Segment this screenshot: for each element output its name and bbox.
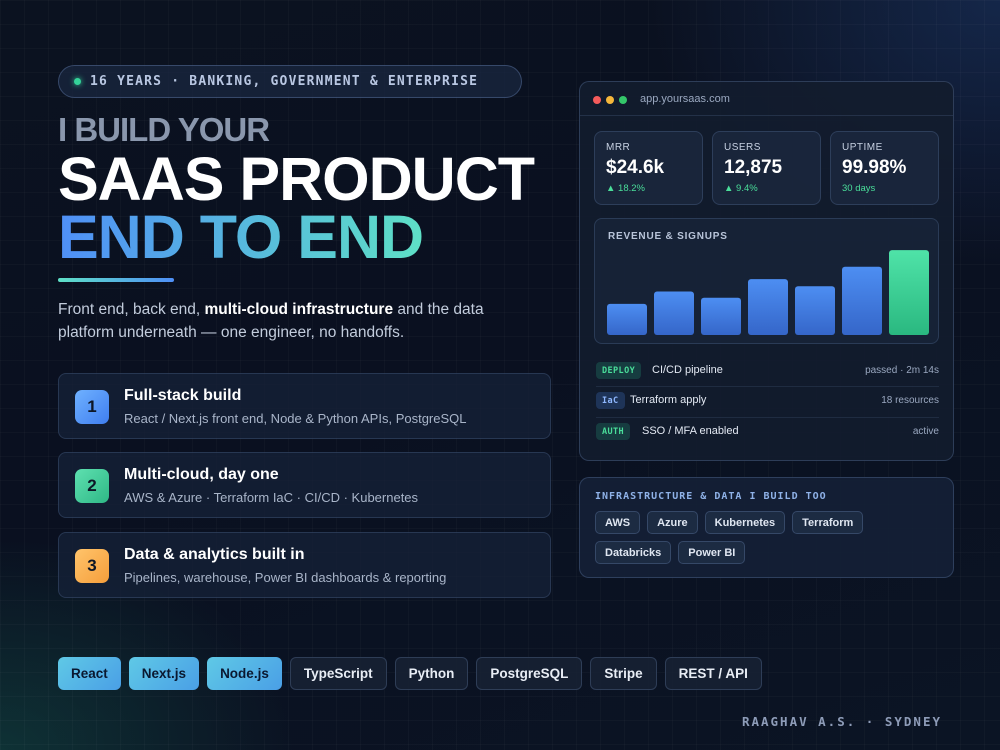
- chart-bar-4: [748, 279, 788, 335]
- feature-title: Full-stack build: [124, 387, 242, 404]
- experience-tag-text: 16 YEARS · BANKING, GOVERNMENT & ENTERPR…: [90, 74, 479, 89]
- metric-value: $24.6k: [606, 157, 665, 178]
- metric-value: 99.98%: [842, 157, 907, 178]
- headline-underline: [58, 278, 174, 282]
- metric-label: MRR: [606, 142, 631, 153]
- revenue-chart-card: REVENUE & SIGNUPS: [594, 218, 939, 344]
- feature-description: React / Next.js front end, Node & Python…: [124, 411, 467, 426]
- feature-description: Pipelines, warehouse, Power BI dashboard…: [124, 570, 447, 585]
- feature-title: Data & analytics built in: [124, 546, 305, 563]
- infrastructure-tags: AWS Azure Kubernetes Terraform Databrick…: [595, 511, 940, 564]
- feature-card-data-analytics: 3 Data & analytics built in Pipelines, w…: [58, 532, 551, 598]
- metric-card-users: USERS 12,875 ▲ 9.4%: [712, 131, 821, 205]
- author-signature: RAAGHAV A.S. · SYDNEY: [741, 714, 942, 729]
- infrastructure-title: INFRASTRUCTURE & DATA I BUILD TOO: [595, 491, 827, 502]
- tech-tag-rest-api: REST / API: [664, 657, 762, 690]
- window-minimize-dot-icon: [606, 96, 614, 104]
- intro-text-start: Front end, back end,: [58, 301, 205, 318]
- status-meta: passed · 2m 14s: [865, 365, 939, 376]
- window-url: app.yoursaas.com: [640, 93, 730, 105]
- status-badge: AUTH: [596, 423, 631, 440]
- metric-value: 12,875: [724, 157, 783, 178]
- chart-bar-6: [842, 266, 882, 335]
- feature-number-badge: 3: [75, 549, 109, 583]
- infra-tag-kubernetes: Kubernetes: [704, 511, 786, 534]
- divider: [596, 386, 939, 387]
- tech-tag-nodejs: Node.js: [207, 657, 282, 690]
- status-meta: 18 resources: [881, 395, 939, 406]
- metric-delta: 30 days: [842, 183, 876, 194]
- metric-label: USERS: [724, 142, 761, 153]
- metric-delta: ▲ 18.2%: [606, 183, 645, 194]
- tech-tag-react: React: [58, 657, 121, 690]
- status-row-deploy: DEPLOY CI/CD pipeline passed · 2m 14s: [596, 361, 939, 381]
- tech-stack-tags: React Next.js Node.js TypeScript Python …: [58, 657, 762, 690]
- metric-label: UPTIME: [842, 142, 883, 153]
- tech-tag-python: Python: [394, 657, 469, 690]
- experience-tag: 16 YEARS · BANKING, GOVERNMENT & ENTERPR…: [58, 65, 522, 98]
- feature-card-fullstack: 1 Full-stack build React / Next.js front…: [58, 373, 551, 439]
- infra-tag-azure: Azure: [647, 511, 698, 534]
- chart-title: REVENUE & SIGNUPS: [608, 231, 728, 242]
- infra-tag-power-bi: Power BI: [678, 541, 746, 564]
- metric-card-mrr: MRR $24.6k ▲ 18.2%: [594, 131, 703, 205]
- status-dot-icon: [74, 78, 81, 85]
- headline-line-3: END TO END: [58, 203, 424, 271]
- feature-number-badge: 1: [75, 390, 109, 424]
- status-meta: active: [912, 426, 939, 437]
- tech-tag-nextjs: Next.js: [128, 657, 200, 690]
- intro-paragraph: Front end, back end, multi-cloud infrast…: [58, 298, 528, 344]
- tech-tag-stripe: Stripe: [590, 657, 657, 690]
- chart-bar-5: [795, 286, 835, 335]
- infra-tag-terraform: Terraform: [792, 511, 864, 534]
- infra-tag-aws: AWS: [595, 511, 641, 534]
- app-window-mockup: app.yoursaas.com MRR $24.6k ▲ 18.2% USER…: [579, 81, 954, 461]
- tech-tag-postgresql: PostgreSQL: [476, 657, 583, 690]
- status-text: CI/CD pipeline: [652, 364, 723, 376]
- metric-delta: ▲ 9.4%: [724, 183, 758, 194]
- feature-title: Multi-cloud, day one: [124, 466, 279, 483]
- window-close-dot-icon: [593, 96, 601, 104]
- intro-text-bold: multi-cloud infrastructure: [204, 301, 394, 318]
- metric-card-uptime: UPTIME 99.98% 30 days: [830, 131, 939, 205]
- infra-tag-databricks: Databricks: [595, 541, 672, 564]
- chart-bar-1: [607, 303, 647, 335]
- chart-bar-3: [701, 297, 741, 335]
- feature-card-multicloud: 2 Multi-cloud, day one AWS & Azure · Ter…: [58, 452, 551, 518]
- status-badge: DEPLOY: [596, 362, 642, 379]
- status-row-auth: AUTH SSO / MFA enabled active: [596, 422, 939, 442]
- feature-number-badge: 2: [75, 469, 109, 503]
- window-title-bar: app.yoursaas.com: [580, 82, 953, 116]
- infrastructure-card: INFRASTRUCTURE & DATA I BUILD TOO AWS Az…: [579, 477, 954, 578]
- feature-description: AWS & Azure · Terraform IaC · CI/CD · Ku…: [124, 490, 419, 505]
- divider: [596, 417, 939, 418]
- tech-tag-typescript: TypeScript: [289, 657, 387, 690]
- chart-bar-7: [889, 250, 929, 335]
- revenue-bar-chart: [607, 250, 929, 335]
- chart-bar-2: [654, 291, 694, 335]
- status-text: Terraform apply: [630, 394, 707, 406]
- window-maximize-dot-icon: [619, 96, 627, 104]
- status-row-iac: IaC Terraform apply 18 resources: [596, 391, 939, 411]
- status-text: SSO / MFA enabled: [642, 425, 739, 437]
- status-badge: IaC: [596, 392, 625, 409]
